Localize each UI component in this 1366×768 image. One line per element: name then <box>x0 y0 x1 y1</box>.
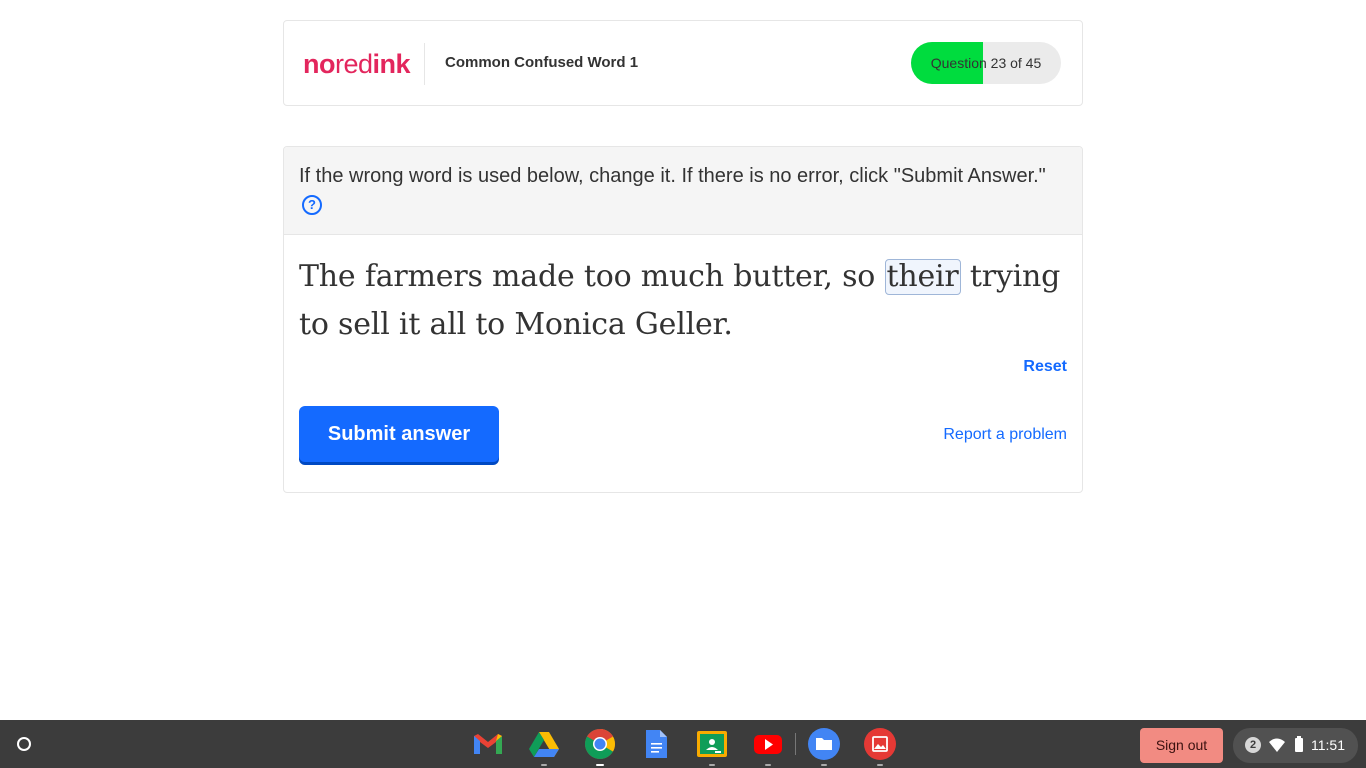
app-active-indicator <box>596 764 604 766</box>
shelf-separator <box>795 733 796 755</box>
system-shelf: Sign out 2 11:51 <box>0 720 1366 768</box>
editable-word[interactable]: their <box>884 259 961 295</box>
submit-answer-button[interactable]: Submit answer <box>299 406 499 462</box>
launcher-button[interactable] <box>8 728 40 760</box>
instructions-panel: If the wrong word is used below, change … <box>284 147 1082 235</box>
gallery-icon[interactable] <box>864 728 896 766</box>
header-divider <box>424 43 425 85</box>
chrome-icon[interactable] <box>584 728 616 766</box>
clock: 11:51 <box>1311 737 1345 753</box>
launcher-icon <box>17 737 31 751</box>
topic-title: Common Confused Word 1 <box>445 54 639 71</box>
help-icon[interactable]: ? <box>302 195 322 215</box>
report-problem-link[interactable]: Report a problem <box>943 426 1067 444</box>
files-icon[interactable] <box>808 728 840 766</box>
noredink-logo[interactable]: noredink <box>303 47 411 81</box>
activity-header: noredink Common Confused Word 1 Question… <box>283 20 1083 106</box>
app-running-indicator <box>821 764 827 766</box>
question-sentence: The farmers made too much butter, so the… <box>299 253 1069 349</box>
app-running-indicator <box>541 764 547 766</box>
wifi-icon <box>1269 738 1285 752</box>
question-progress: Question 23 of 45 <box>911 42 1061 84</box>
google-drive-icon[interactable] <box>528 728 560 766</box>
progress-label: Question 23 of 45 <box>930 55 1042 71</box>
status-tray[interactable]: 2 11:51 <box>1233 728 1358 763</box>
youtube-icon[interactable] <box>752 728 784 766</box>
sentence-before: The farmers made too much butter, so <box>299 259 885 294</box>
battery-icon <box>1295 736 1303 752</box>
gmail-icon[interactable] <box>472 728 504 760</box>
sign-out-button[interactable]: Sign out <box>1140 728 1223 763</box>
google-docs-icon[interactable] <box>640 728 672 760</box>
question-card: If the wrong word is used below, change … <box>283 146 1083 493</box>
google-classroom-icon[interactable] <box>696 728 728 766</box>
instructions-text: If the wrong word is used below, change … <box>299 165 1046 187</box>
app-running-indicator <box>877 764 883 766</box>
app-running-indicator <box>709 764 715 766</box>
notification-count-badge: 2 <box>1245 737 1261 753</box>
app-running-indicator <box>765 764 771 766</box>
reset-link[interactable]: Reset <box>1023 358 1067 376</box>
